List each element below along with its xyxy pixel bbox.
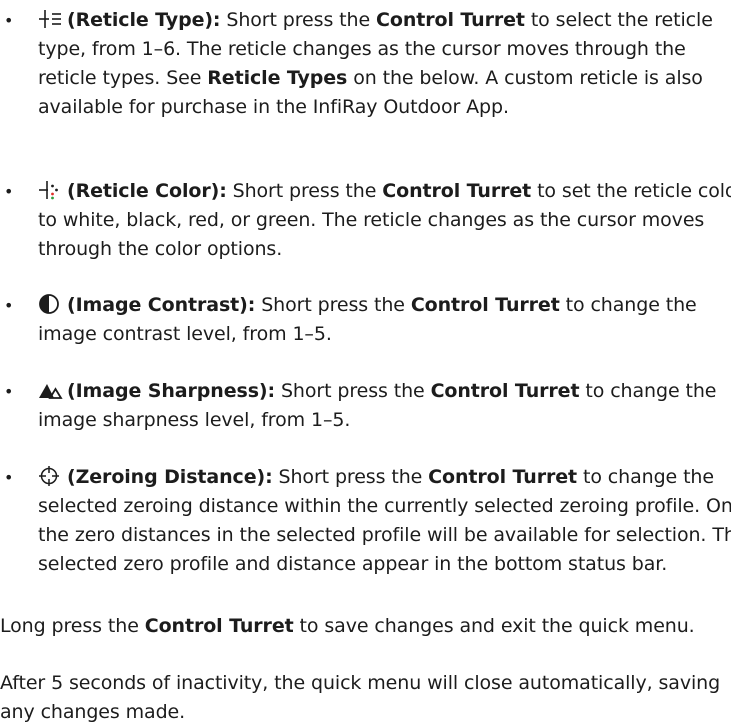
zeroing-distance-icon (38, 465, 64, 487)
image-sharpness-icon (38, 379, 64, 401)
save-exit-paragraph: Long press the Control Turret to save ch… (0, 612, 726, 641)
item-label: (Reticle Color): (67, 180, 227, 202)
bullet-dot: • (4, 296, 14, 315)
item-label: (Image Sharpness): (67, 380, 275, 402)
bullet-dot: • (4, 382, 14, 401)
item-label: (Image Contrast): (67, 294, 256, 316)
list-item-reticle-type: • (Reticle Type): Short press the Contro… (0, 6, 731, 122)
list-item-image-sharpness: • (Image Sharpness): Short press the Con… (0, 377, 731, 435)
list-item-zeroing-distance: • (Zeroing Distance): Short press the Co… (0, 463, 731, 579)
reticle-types-reference: Reticle Types (207, 67, 348, 89)
item-label: (Zeroing Distance): (67, 466, 273, 488)
item-label: (Reticle Type): (67, 9, 221, 31)
item-text: Short press the (220, 9, 377, 31)
reticle-color-icon (38, 179, 64, 201)
item-text: Short press the (272, 466, 429, 488)
bullet-dot: • (4, 11, 14, 30)
item-text: Short press the (255, 294, 411, 316)
item-text: Short press the (275, 380, 431, 402)
auto-close-paragraph: After 5 seconds of inactivity, the quick… (0, 669, 726, 727)
image-contrast-icon (38, 293, 64, 315)
control-turret-term: Control Turret (144, 615, 294, 637)
paragraph-text: Long press the (0, 615, 145, 637)
reticle-type-icon (38, 8, 64, 30)
control-turret-term: Control Turret (428, 466, 578, 488)
control-turret-term: Control Turret (376, 9, 525, 31)
control-turret-term: Control Turret (410, 294, 560, 316)
list-item-reticle-color: • (Reticle Color): Short press the Contr… (0, 177, 731, 264)
item-text: Short press the (226, 180, 383, 202)
list-item-image-contrast: • (Image Contrast): Short press the Cont… (0, 291, 731, 349)
paragraph-text: to save changes and exit the quick menu. (293, 615, 695, 637)
bullet-dot: • (4, 468, 14, 487)
paragraph-text: After 5 seconds of inactivity, the quick… (0, 672, 721, 723)
bullet-dot: • (4, 182, 14, 201)
control-turret-term: Control Turret (382, 180, 532, 202)
manual-page: • (Reticle Type): Short press the Contro… (0, 0, 731, 723)
control-turret-term: Control Turret (430, 380, 580, 402)
